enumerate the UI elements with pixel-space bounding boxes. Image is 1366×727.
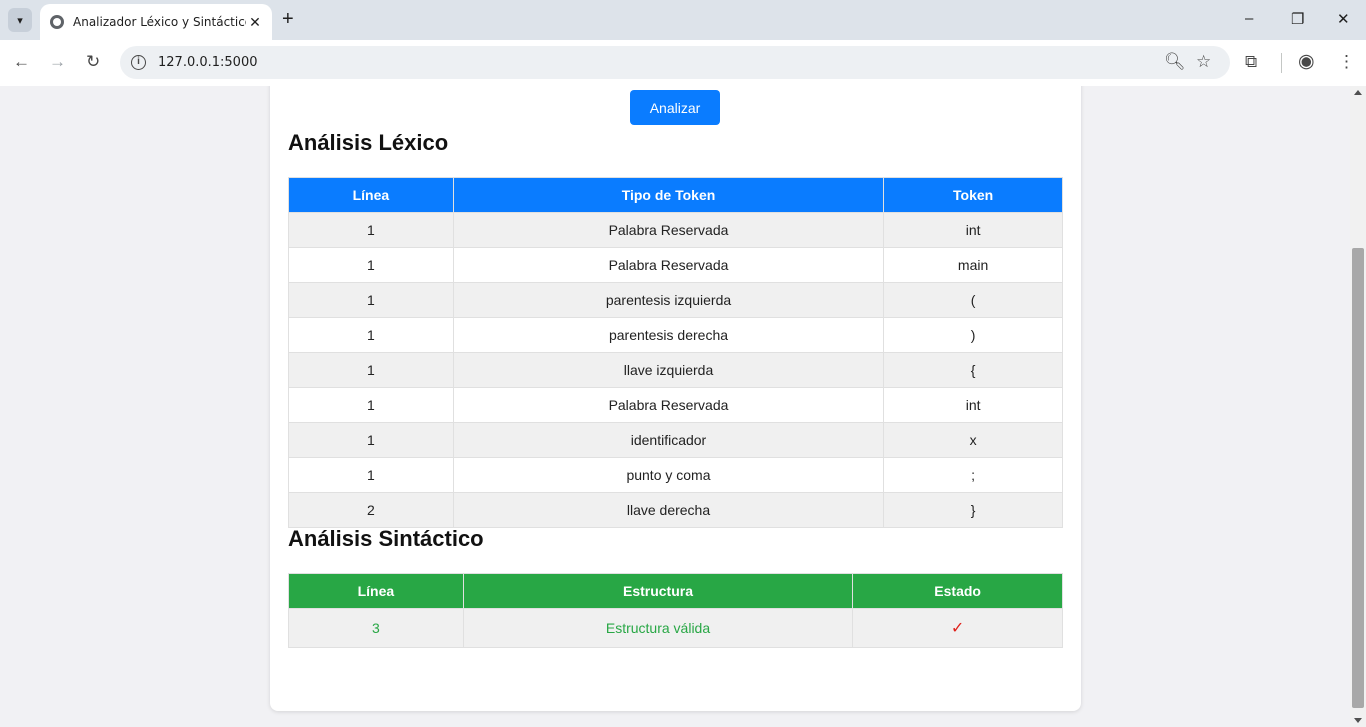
- extensions-icon[interactable]: ⧉: [1245, 52, 1257, 72]
- cell-token: int: [883, 387, 1063, 423]
- url-text: 127.0.0.1:5000: [158, 55, 258, 70]
- cell-line: 1: [288, 387, 454, 423]
- cell-structure: Estructura válida: [462, 608, 854, 648]
- profile-eye-icon[interactable]: ◉: [1298, 52, 1315, 72]
- table-row: 1 llave izquierda{: [288, 352, 1063, 388]
- cell-token: ;: [883, 457, 1063, 493]
- syntactic-heading: Análisis Sintáctico: [288, 526, 484, 551]
- cell-token: main: [883, 247, 1063, 283]
- lexical-header-row: Línea Tipo de Token Token: [288, 177, 1063, 213]
- syntactic-table: Línea Estructura Estado 3 Estructura vál…: [288, 573, 1063, 648]
- table-row: 1 punto y coma;: [288, 457, 1063, 493]
- cell-line: 1: [288, 422, 454, 458]
- cell-token: ): [883, 317, 1063, 353]
- tab-search-button[interactable]: ▾: [8, 8, 32, 32]
- cell-token-type: Palabra Reservada: [452, 212, 885, 248]
- cell-line: 1: [288, 247, 454, 283]
- table-row: 1 parentesis izquierda(: [288, 282, 1063, 318]
- lexical-heading: Análisis Léxico: [288, 130, 449, 155]
- cell-token-type: punto y coma: [452, 457, 885, 493]
- cell-line: 1: [288, 352, 454, 388]
- restore-button[interactable]: ❐: [1291, 10, 1304, 28]
- syntactic-header-row: Línea Estructura Estado: [288, 573, 1063, 609]
- cell-line: 1: [288, 457, 454, 493]
- column-header-structure: Estructura: [462, 573, 854, 609]
- scroll-thumb[interactable]: [1352, 248, 1364, 708]
- cell-token-type: Palabra Reservada: [452, 387, 885, 423]
- site-info-icon[interactable]: i: [131, 55, 146, 70]
- table-row: 1 Palabra Reservada int: [288, 387, 1063, 423]
- lexical-table: Línea Tipo de Token Token 1 Palabra Reser…: [288, 177, 1063, 528]
- cell-token-type: llave izquierda: [452, 352, 885, 388]
- address-bar[interactable]: i 127.0.0.1:5000 🔍︎ ☆: [120, 46, 1230, 79]
- cell-token: int: [883, 212, 1063, 248]
- reload-icon[interactable]: ↻: [86, 52, 100, 72]
- cell-token-type: Palabra Reservada: [452, 247, 885, 283]
- column-header-token-type: Tipo de Token: [452, 177, 885, 213]
- table-row: 1 parentesis derecha): [288, 317, 1063, 353]
- analyze-button[interactable]: Analizar: [630, 90, 720, 125]
- checkmark-icon: ✓: [852, 608, 1063, 648]
- browser-tab[interactable]: Analizador Léxico y Sintáctico ✕: [40, 4, 272, 40]
- column-header-line: Línea: [288, 177, 454, 213]
- table-row: 3 Estructura válida ✓: [288, 608, 1063, 648]
- cell-token: (: [883, 282, 1063, 318]
- cell-line: 2: [288, 492, 454, 528]
- table-row: 1 Palabra Reservada int: [288, 212, 1063, 248]
- browser-toolbar: ← → ↻ i 127.0.0.1:5000 🔍︎ ☆ ⧉ ◉ ⋮: [0, 40, 1366, 86]
- browser-tab-bar: ▾ Analizador Léxico y Sintáctico ✕ + – ❐…: [0, 0, 1366, 40]
- cell-token-type: parentesis derecha: [452, 317, 885, 353]
- cell-token: x: [883, 422, 1063, 458]
- column-header-token: Token: [883, 177, 1063, 213]
- analyzer-card: Analizar Análisis Léxico Línea Tipo de T…: [270, 86, 1081, 711]
- zoom-icon[interactable]: 🔍︎: [1164, 52, 1186, 72]
- bookmark-star-icon[interactable]: ☆: [1196, 52, 1211, 72]
- table-row: 2 llave derecha}: [288, 492, 1063, 528]
- page-viewport: Analizar Análisis Léxico Línea Tipo de T…: [0, 86, 1350, 727]
- forward-arrow-icon[interactable]: →: [49, 52, 66, 72]
- minimize-button[interactable]: –: [1245, 10, 1253, 27]
- column-header-line: Línea: [288, 573, 464, 609]
- new-tab-button[interactable]: +: [282, 9, 294, 29]
- window-close-button[interactable]: ✕: [1337, 10, 1350, 28]
- vertical-scrollbar[interactable]: [1350, 86, 1366, 727]
- table-row: 1 Palabra Reservada main: [288, 247, 1063, 283]
- column-header-status: Estado: [852, 573, 1063, 609]
- tab-close-button[interactable]: ✕: [246, 14, 264, 31]
- scroll-down-arrow-icon[interactable]: [1354, 718, 1362, 723]
- cell-token-type: parentesis izquierda: [452, 282, 885, 318]
- cell-token-type: identificador: [452, 422, 885, 458]
- chevron-down-icon: ▾: [17, 14, 23, 27]
- toolbar-divider: [1281, 53, 1282, 73]
- back-arrow-icon[interactable]: ←: [13, 52, 30, 72]
- scroll-up-arrow-icon[interactable]: [1354, 90, 1362, 95]
- menu-kebab-icon[interactable]: ⋮: [1338, 52, 1355, 72]
- cell-token-type: llave derecha: [452, 492, 885, 528]
- globe-icon: [50, 15, 64, 29]
- cell-line: 1: [288, 317, 454, 353]
- table-row: 1 identificador x: [288, 422, 1063, 458]
- cell-line: 1: [288, 282, 454, 318]
- cell-token: }: [883, 492, 1063, 528]
- cell-token: {: [883, 352, 1063, 388]
- tab-title: Analizador Léxico y Sintáctico: [73, 15, 246, 29]
- cell-line: 3: [288, 608, 464, 648]
- cell-line: 1: [288, 212, 454, 248]
